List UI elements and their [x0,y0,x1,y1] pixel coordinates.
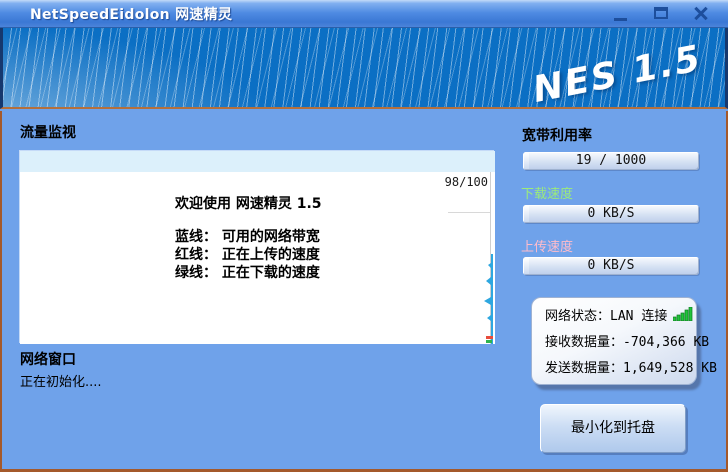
brand-logo: NES 1.5 [529,38,706,111]
upload-line-mark [486,336,493,339]
signal-strength-icon [673,307,693,321]
bandwidth-value-bar: 19 / 1000 [523,152,699,170]
app-window: NetSpeedEidolon 网速精灵 NES 1.5 流量监视 98/100… [0,0,728,472]
network-window-status: 正在初始化.... [20,375,102,390]
live-traffic-graph [484,254,493,344]
window-title: NetSpeedEidolon 网速精灵 [30,7,233,23]
received-data-line: 接收数据量：-704,366 KB [545,335,710,350]
download-speed-bar: 0 KB/S [523,205,699,223]
legend-green-line: 绿线： 正在下载的速度 [175,265,320,281]
main-area: 流量监视 98/100 欢迎使用 网速精灵 1.5 蓝线： 可用的网络带宽 红线… [0,111,728,472]
download-speed-label: 下载速度 [521,187,574,202]
traffic-monitor-title: 流量监视 [20,125,76,141]
network-status-line: 网络状态：LAN 连接 [545,307,696,333]
download-line-mark [486,340,492,343]
welcome-title: 欢迎使用 网速精灵 1.5 [175,196,322,212]
upload-speed-label: 上传速度 [521,240,574,255]
maximize-icon [654,7,668,19]
banner: NES 1.5 [0,28,728,111]
legend-blue-line: 蓝线： 可用的网络带宽 [175,229,320,245]
minimize-to-tray-button[interactable]: 最小化到托盘 [540,404,686,453]
chart-welcome-text: 欢迎使用 网速精灵 1.5 蓝线： 可用的网络带宽 红线： 正在上传的速度 绿线… [175,195,322,282]
legend-red-line: 红线： 正在上传的速度 [175,247,320,263]
network-status-box: 网络状态：LAN 连接 接收数据量：-704,366 KB 发送数据量：1,64… [531,297,717,385]
maximize-button[interactable] [650,4,672,24]
close-button[interactable] [690,4,712,24]
bandwidth-label: 宽带利用率 [522,128,592,144]
sent-data-line: 发送数据量：1,649,528 KB [545,361,717,376]
minimize-icon [614,18,627,21]
chart-header-strip [20,151,495,172]
traffic-chart: 98/100 欢迎使用 网速精灵 1.5 蓝线： 可用的网络带宽 红线： 正在上… [20,151,495,344]
chart-scale-label: 98/100 [444,175,488,189]
titlebar[interactable]: NetSpeedEidolon 网速精灵 [0,0,728,28]
chart-gridline-horizontal [448,212,490,213]
minimize-button[interactable] [610,4,632,24]
upload-speed-bar: 0 KB/S [523,257,699,275]
network-window-title: 网络窗口 [20,352,76,368]
